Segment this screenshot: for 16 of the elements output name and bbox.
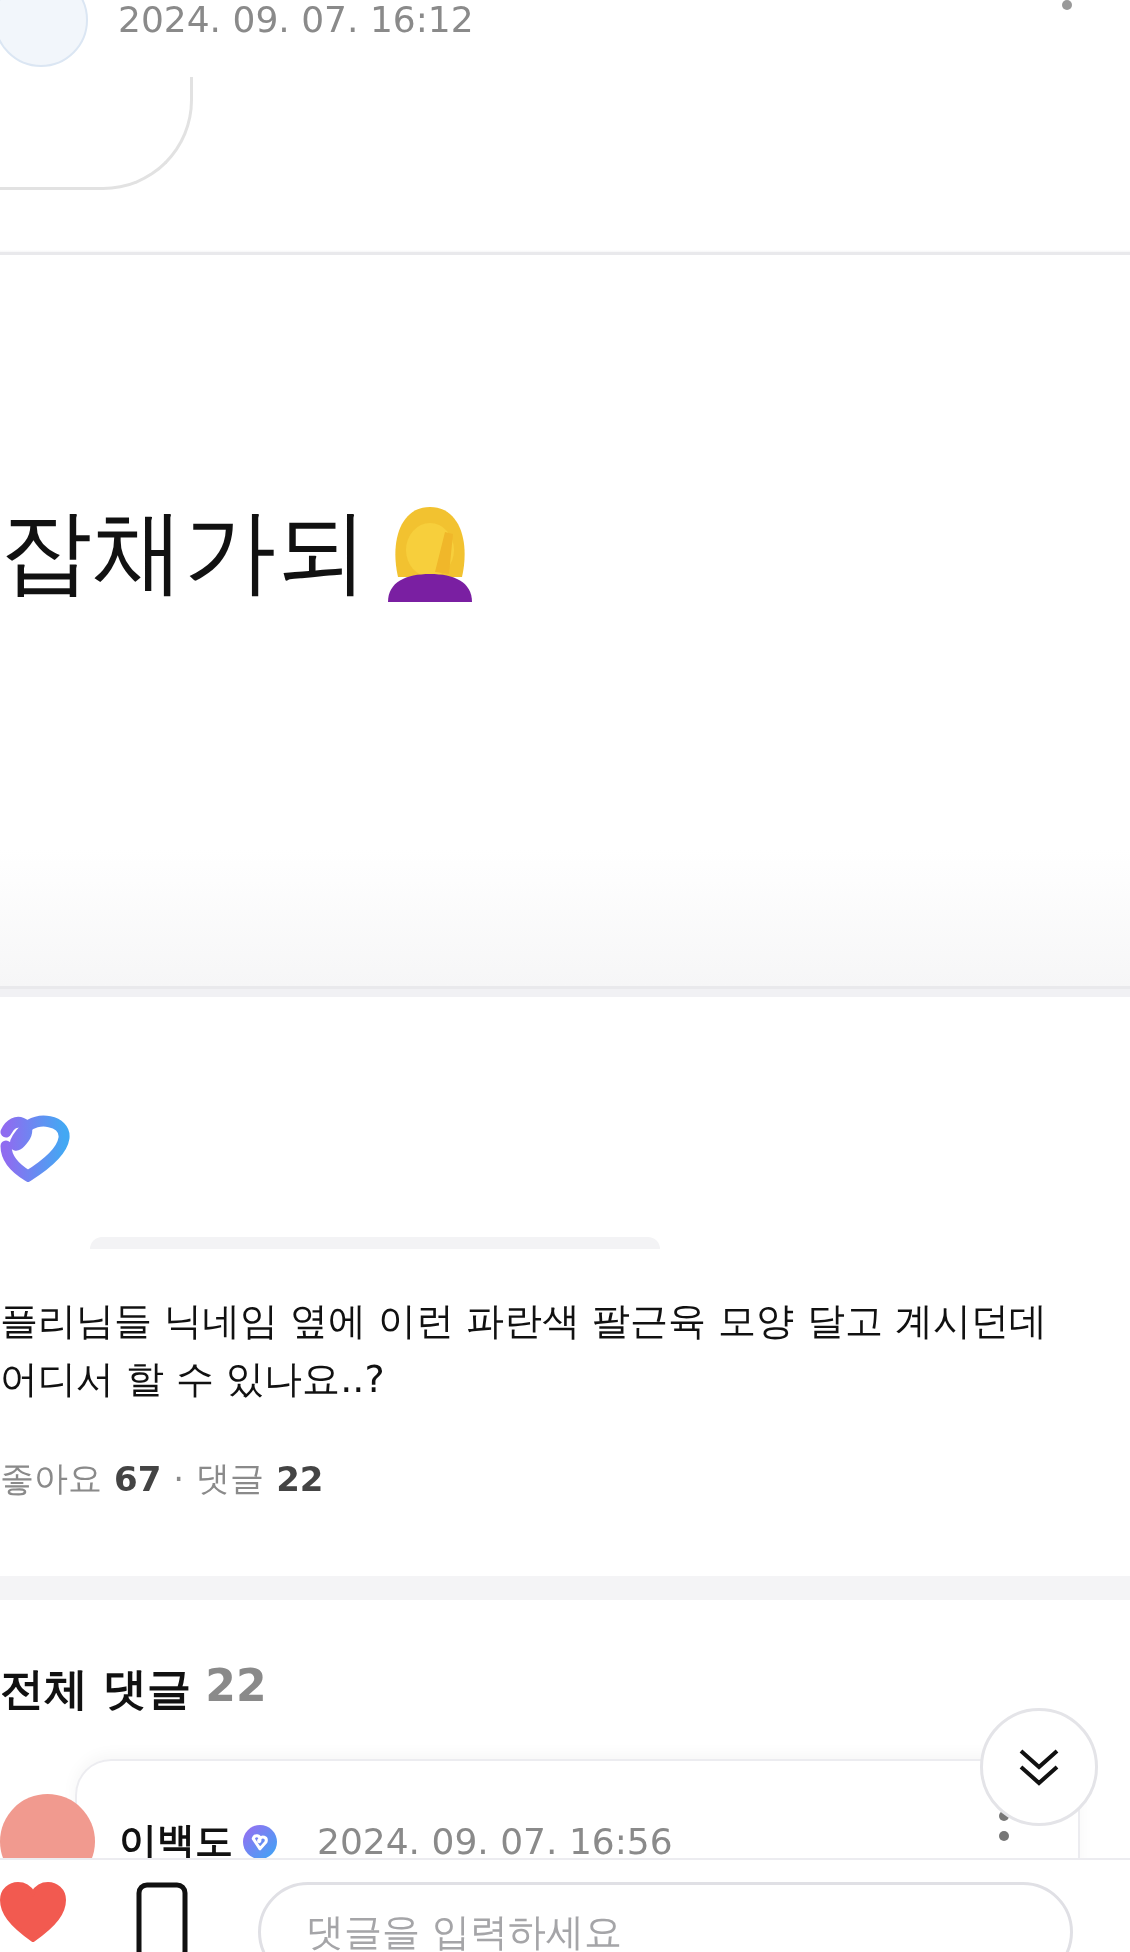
comment-date: 2024. 09. 07. 16:56	[317, 1821, 673, 1862]
heart-icon[interactable]	[0, 1882, 66, 1942]
comment-input-field[interactable]: 댓글을 입력하세요	[258, 1882, 1073, 1952]
author-name: 이백도	[119, 1818, 233, 1865]
like-label: 좋아요	[0, 1457, 102, 1500]
post-date: 2024. 09. 07. 16:12	[118, 0, 474, 40]
post-text: 플리님들 닉네임 옆에 이런 파란색 팔근육 모양 달고 계시던데 어디서 할 수 있나요..?	[0, 1298, 1048, 1403]
caption: 잡채가되	[0, 506, 368, 598]
comment-count: 22	[276, 1459, 324, 1499]
comments-count: 22	[205, 1660, 267, 1713]
more-icon	[1062, 0, 1072, 10]
comments-title: 전체 댓글	[0, 1662, 192, 1716]
comment-label: 댓글	[196, 1457, 265, 1500]
separator: ·	[173, 1459, 185, 1499]
like-count: 67	[114, 1459, 162, 1499]
phone-icon[interactable]	[136, 1882, 188, 1952]
